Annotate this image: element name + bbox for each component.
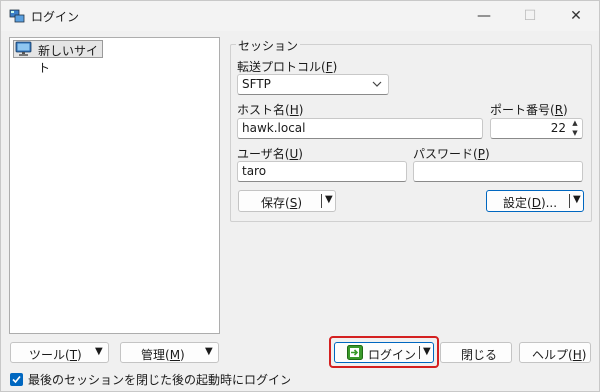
session-legend: セッション	[236, 37, 301, 54]
chevron-down-icon	[372, 75, 382, 101]
settings-button[interactable]: 設定(D)... ▼	[486, 190, 584, 212]
minimize-icon: —	[477, 8, 491, 24]
site-tree[interactable]: 新しいサイト	[9, 37, 220, 334]
host-input[interactable]: hawk.local	[237, 118, 483, 139]
user-value: taro	[242, 164, 267, 178]
user-label: ユーザ名(U)	[237, 147, 303, 161]
save-button[interactable]: 保存(S) ▼	[238, 190, 336, 212]
maximize-icon: ☐	[523, 8, 537, 24]
login-label: ログイン	[368, 348, 417, 362]
login-icon	[347, 345, 363, 363]
protocol-value: SFTP	[242, 77, 271, 91]
protocol-label: 転送プロトコル(F)	[237, 60, 338, 74]
caret-down-icon: ▼	[205, 346, 213, 357]
close-icon: ✕	[570, 8, 582, 24]
site-item-new-site[interactable]: 新しいサイト	[13, 40, 103, 75]
checkmark-icon	[12, 375, 21, 384]
caret-down-icon: ▼	[95, 346, 103, 357]
window-title: ログイン	[31, 10, 80, 24]
site-item-label: 新しいサイト	[38, 44, 99, 75]
port-stepper[interactable]: ▲ ▼	[569, 118, 581, 138]
split-divider	[569, 194, 570, 208]
save-label: 保存(S)	[261, 196, 302, 210]
close-button[interactable]: 閉じる	[440, 342, 512, 363]
show-login-checkbox-label[interactable]: 最後のセッションを閉じた後の起動時にログインを表示(S	[28, 371, 290, 388]
password-label: パスワード(P)	[413, 147, 490, 161]
settings-label: 設定(D)...	[503, 196, 558, 210]
caret-down-icon[interactable]: ▼	[325, 194, 333, 205]
manage-label: 管理(M)	[141, 348, 185, 362]
show-login-checkbox[interactable]	[10, 373, 23, 386]
close-window-button[interactable]: ✕	[553, 1, 599, 31]
split-divider	[419, 346, 420, 359]
help-button[interactable]: ヘルプ(H)	[519, 342, 591, 363]
close-label: 閉じる	[461, 348, 498, 362]
caret-down-icon[interactable]: ▼	[573, 194, 581, 205]
user-input[interactable]: taro	[237, 161, 407, 182]
port-value: 22	[550, 121, 566, 135]
chevron-up-icon[interactable]: ▲	[569, 118, 581, 128]
split-divider	[321, 194, 322, 208]
host-label: ホスト名(H)	[237, 103, 304, 117]
title-bar[interactable]: ログイン — ☐ ✕	[1, 1, 599, 31]
tools-button[interactable]: ツール(T) ▼	[10, 342, 109, 363]
help-label: ヘルプ(H)	[532, 348, 587, 362]
chevron-down-icon[interactable]: ▼	[569, 128, 581, 138]
tools-label: ツール(T)	[29, 348, 82, 362]
login-button[interactable]: ログイン ▼	[334, 342, 434, 363]
protocol-select[interactable]: SFTP	[237, 74, 389, 95]
login-window: ログイン — ☐ ✕ 新しいサイト セッション 転送プロトコル(F) SFTP …	[0, 0, 600, 392]
maximize-button[interactable]: ☐	[507, 1, 553, 31]
password-input[interactable]	[413, 161, 583, 182]
computer-icon	[15, 41, 33, 57]
host-value: hawk.local	[242, 121, 306, 135]
minimize-button[interactable]: —	[461, 1, 507, 31]
manage-button[interactable]: 管理(M) ▼	[120, 342, 219, 363]
caret-down-icon[interactable]: ▼	[423, 346, 431, 357]
port-label: ポート番号(R)	[490, 103, 568, 117]
app-icon	[9, 8, 25, 24]
